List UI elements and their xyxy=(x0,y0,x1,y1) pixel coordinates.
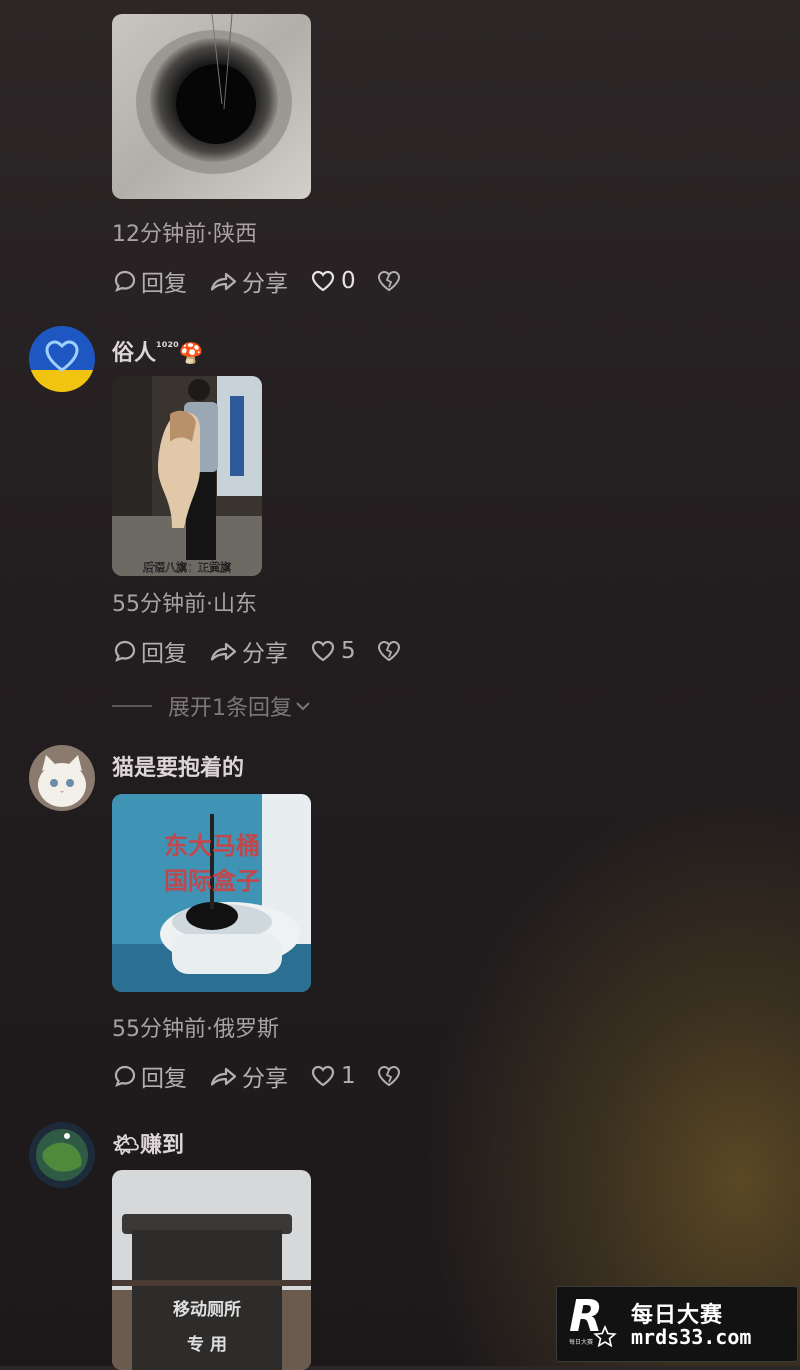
comment-meta: 12分钟前·陕西 xyxy=(112,222,257,247)
image-text-line-2: 国际盒子 xyxy=(164,867,260,895)
comment-image[interactable]: 后语八旗：正黄旗 xyxy=(112,376,262,576)
heart-flag-avatar xyxy=(29,326,95,392)
reply-button[interactable]: 回复 xyxy=(112,634,187,668)
watermark-url: mrds33.com xyxy=(631,1325,752,1349)
avatar[interactable] xyxy=(29,745,95,811)
expand-replies-label: 展开1条回复 xyxy=(168,696,292,721)
reply-bubble-icon xyxy=(114,270,136,292)
username-text: 俗人 xyxy=(112,341,157,366)
share-label: 分享 xyxy=(242,641,288,667)
watermark-logo-sub: 每日大赛 xyxy=(569,1339,594,1346)
comment-meta: 55分钟前·山东 xyxy=(112,592,257,617)
hole-photo xyxy=(112,14,311,199)
reply-bubble-icon xyxy=(114,1065,136,1087)
like-button[interactable]: 5 xyxy=(310,638,356,664)
comment-image[interactable] xyxy=(112,14,311,199)
heart-icon xyxy=(311,270,335,292)
username-badge: ¹⁰²⁰ xyxy=(156,340,179,356)
comment-actions: 回复 分享 0 xyxy=(112,264,427,298)
image-text-line-1: 东大马桶 xyxy=(164,832,260,860)
image-text-line-2: 专 用 xyxy=(187,1334,227,1355)
share-arrow-icon xyxy=(210,1067,237,1086)
dislike-button[interactable] xyxy=(376,1063,405,1089)
white-cat-avatar xyxy=(29,745,95,811)
share-arrow-icon xyxy=(210,272,237,291)
expand-replies-button[interactable]: 展开1条回复 xyxy=(112,690,312,722)
comment-image[interactable]: 移动厕所 专 用 xyxy=(112,1170,311,1370)
share-button[interactable]: 分享 xyxy=(209,264,288,298)
trash-bin-photo: 移动厕所 专 用 xyxy=(112,1170,311,1370)
star-icon xyxy=(593,1325,617,1348)
dislike-button[interactable] xyxy=(376,268,405,294)
comment-actions: 回复 分享 5 xyxy=(112,634,427,668)
toilet-photo: 东大马桶 国际盒子 xyxy=(112,794,311,992)
avatar[interactable] xyxy=(29,1122,95,1188)
like-button[interactable]: 0 xyxy=(310,268,356,294)
couple-photo: 后语八旗：正黄旗 xyxy=(112,376,262,576)
broken-heart-icon xyxy=(377,1065,400,1087)
divider-dash xyxy=(112,705,152,707)
like-count: 1 xyxy=(341,1063,356,1089)
dislike-button[interactable] xyxy=(376,638,405,664)
reply-label: 回复 xyxy=(141,271,187,297)
comment-meta: 55分钟前·俄罗斯 xyxy=(112,1017,279,1042)
reply-label: 回复 xyxy=(141,1066,187,1092)
sun-cloud-emoji: 🌤 xyxy=(112,1133,140,1158)
username[interactable]: 猫是要抱着的 xyxy=(112,750,244,782)
reply-button[interactable]: 回复 xyxy=(112,264,187,298)
globe-avatar xyxy=(29,1122,95,1188)
username[interactable]: 🌤赚到 xyxy=(112,1127,184,1159)
share-label: 分享 xyxy=(242,1066,288,1092)
like-count: 5 xyxy=(341,638,356,664)
heart-icon xyxy=(311,640,335,662)
share-label: 分享 xyxy=(242,271,288,297)
reply-bubble-icon xyxy=(114,640,136,662)
broken-heart-icon xyxy=(377,270,400,292)
like-count: 0 xyxy=(341,268,356,294)
reply-label: 回复 xyxy=(141,641,187,667)
broken-heart-icon xyxy=(377,640,400,662)
image-caption: 后语八旗：正黄旗 xyxy=(143,560,231,574)
username[interactable]: 俗人¹⁰²⁰🍄 xyxy=(112,335,204,367)
mushroom-emoji: 🍄 xyxy=(178,341,204,365)
avatar[interactable] xyxy=(29,326,95,392)
like-button[interactable]: 1 xyxy=(310,1063,356,1089)
image-text-line-1: 移动厕所 xyxy=(173,1299,241,1320)
chevron-down-icon xyxy=(296,702,310,711)
share-arrow-icon xyxy=(210,642,237,661)
reply-button[interactable]: 回复 xyxy=(112,1059,187,1093)
comment-image[interactable]: 东大马桶 国际盒子 xyxy=(112,794,311,992)
share-button[interactable]: 分享 xyxy=(209,1059,288,1093)
watermark-badge: R 每日大赛 每日大赛 mrds33.com xyxy=(556,1286,798,1362)
heart-icon xyxy=(311,1065,335,1087)
username-text: 赚到 xyxy=(139,1133,184,1158)
comment-actions: 回复 分享 1 xyxy=(112,1059,427,1093)
share-button[interactable]: 分享 xyxy=(209,634,288,668)
